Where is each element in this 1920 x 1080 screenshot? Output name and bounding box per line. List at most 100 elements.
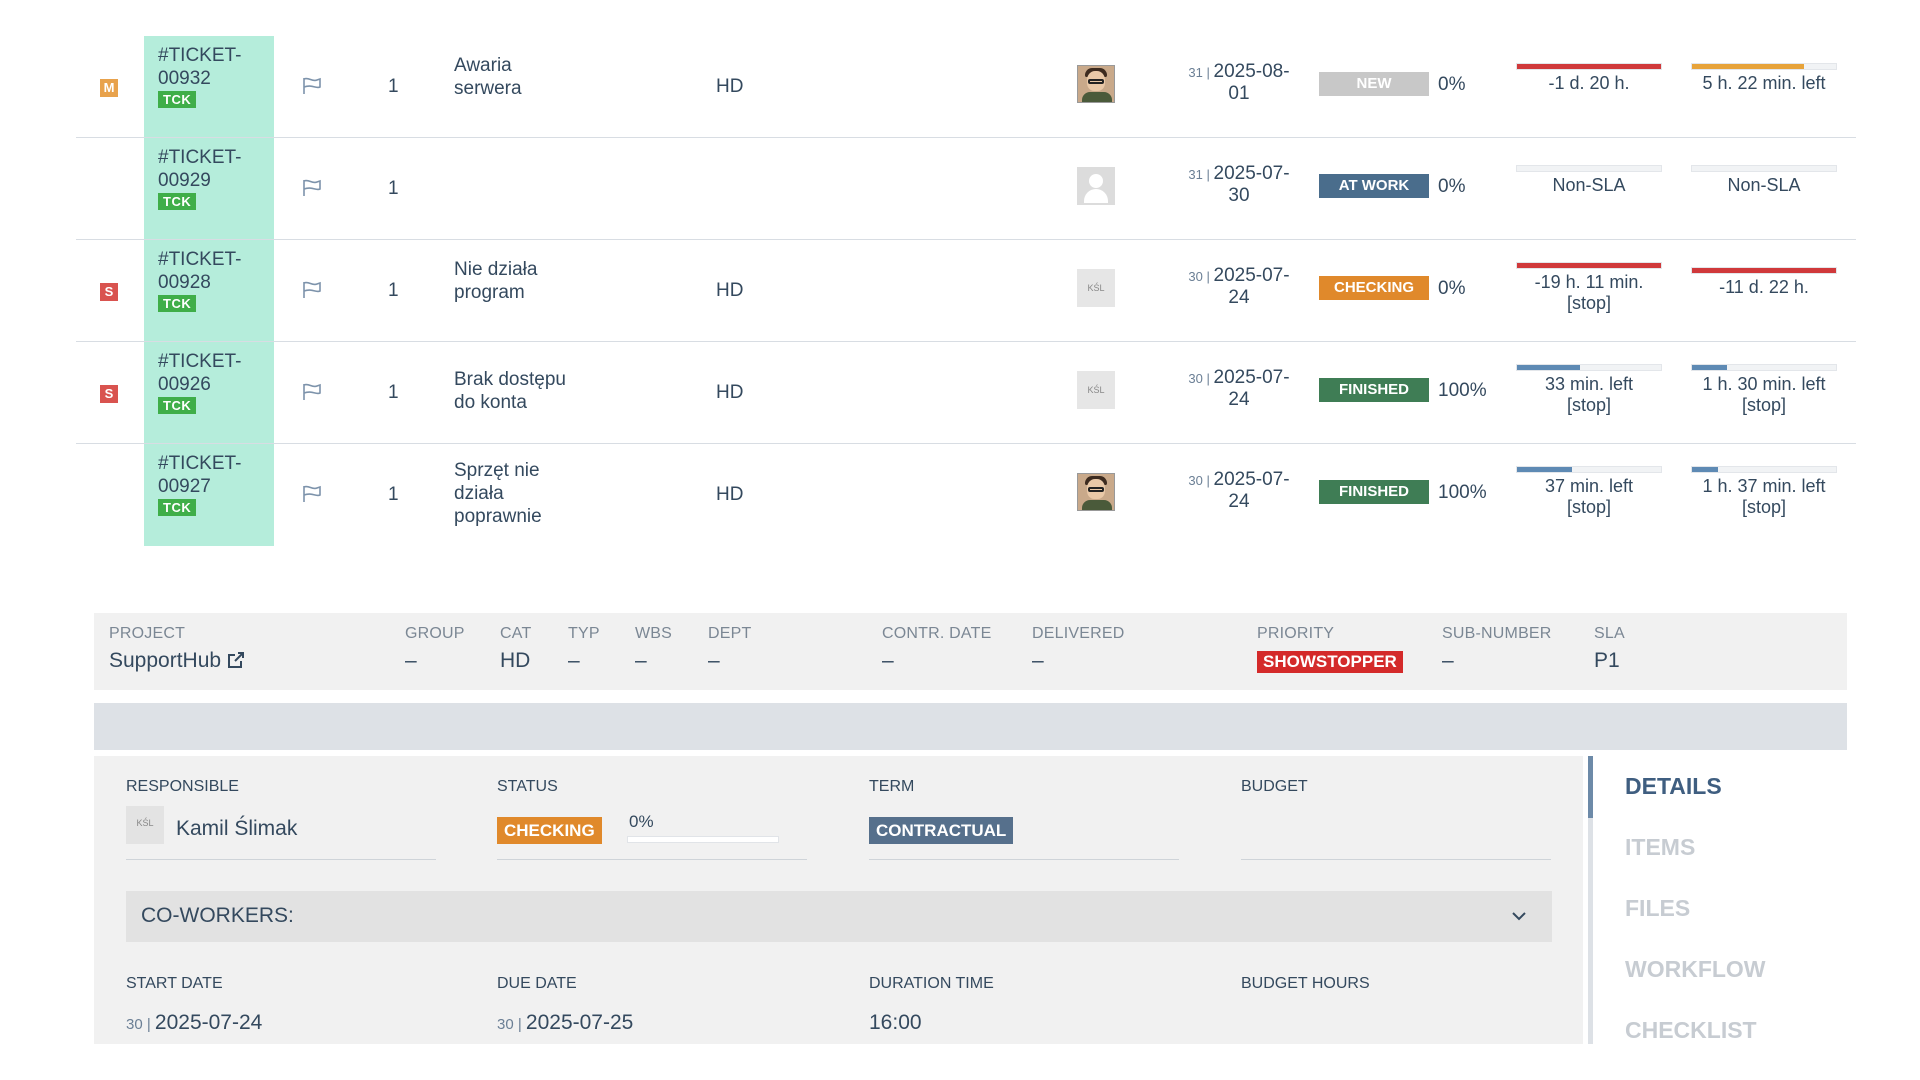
sla-reaction-sub[interactable]: [stop]	[1516, 497, 1662, 518]
due-date-value[interactable]: 30 | 2025-07-25	[497, 1011, 633, 1035]
external-link-icon[interactable]	[227, 651, 245, 669]
coworkers-section[interactable]: CO-WORKERS:	[126, 891, 1552, 942]
ticket-id-line1[interactable]: #TICKET-	[158, 350, 274, 373]
status-badge[interactable]: CHECKING	[497, 817, 602, 844]
flag-icon[interactable]	[301, 76, 325, 96]
ticket-id-line2[interactable]: 00932	[158, 67, 274, 90]
ticket-id-cell[interactable]: #TICKET- 00928 TCK	[144, 240, 274, 341]
avatar[interactable]: KŚL	[1077, 269, 1115, 307]
sla-reaction-bar	[1516, 165, 1662, 172]
ticket-id-line2[interactable]: 00927	[158, 475, 274, 498]
cat-value: HD	[500, 649, 531, 672]
table-row[interactable]: #TICKET- 00929 TCK 1 31 | 2025-07- 30 AT…	[76, 138, 1856, 240]
sla-resolution-text: Non-SLA	[1727, 175, 1801, 195]
tab-workflow[interactable]: WORKFLOW	[1625, 956, 1766, 983]
status-badge: NEW	[1319, 72, 1429, 96]
ticket-title-line1: Sprzęt nie	[454, 460, 540, 481]
ticket-title-line2: do konta	[454, 392, 527, 413]
sla-reaction-text: Non-SLA	[1552, 175, 1626, 195]
day-number: 30	[1188, 371, 1203, 386]
tab-items[interactable]: ITEMS	[1625, 834, 1695, 861]
typ-label: TYP	[568, 625, 600, 642]
cat-label: CAT	[500, 625, 532, 642]
wbs-value: –	[635, 649, 647, 672]
priority-badge: S	[100, 385, 118, 403]
ticket-id-line2[interactable]: 00926	[158, 373, 274, 396]
avatar[interactable]: KŚL	[1077, 371, 1115, 409]
field-underline	[497, 859, 807, 860]
priority-badge: M	[100, 79, 118, 97]
ticket-id-line1[interactable]: #TICKET-	[158, 146, 274, 169]
ticket-id-line2[interactable]: 00929	[158, 169, 274, 192]
chevron-down-icon[interactable]	[1510, 907, 1528, 925]
sla-resolution-sub[interactable]: [stop]	[1691, 395, 1837, 416]
sla-reaction-bar	[1516, 63, 1662, 70]
table-row[interactable]: S #TICKET- 00926 TCK 1 Brak dostępu do k…	[76, 342, 1856, 444]
tab-files[interactable]: FILES	[1625, 895, 1690, 922]
sub-number-field: SUB-NUMBER –	[1442, 625, 1552, 673]
sla-resolution: Non-SLA	[1691, 165, 1837, 196]
date-line2: 24	[1228, 389, 1250, 410]
sla-reaction-sub[interactable]: [stop]	[1516, 395, 1662, 416]
sla-resolution: 1 h. 30 min. left [stop]	[1691, 364, 1837, 416]
day-number: 31	[1188, 167, 1203, 182]
ticket-detail-panel: RESPONSIBLE KŚL Kamil Ślimak STATUS CHEC…	[94, 756, 1583, 1044]
date-line1: 2025-07-	[1213, 163, 1290, 184]
tab-checklist[interactable]: CHECKLIST	[1625, 1017, 1757, 1044]
budget-label: BUDGET	[1241, 778, 1308, 795]
ticket-id-line1[interactable]: #TICKET-	[158, 452, 274, 475]
table-row[interactable]: M #TICKET- 00932 TCK 1 Awaria serwera HD…	[76, 36, 1856, 138]
duration-value[interactable]: 16:00	[869, 1011, 922, 1035]
ticket-id-line2[interactable]: 00928	[158, 271, 274, 294]
avatar[interactable]: KŚL	[126, 806, 164, 844]
start-date-value[interactable]: 30 | 2025-07-24	[126, 1011, 262, 1035]
ticket-id-cell[interactable]: #TICKET- 00927 TCK	[144, 444, 274, 546]
avatar[interactable]	[1077, 473, 1115, 511]
start-date-label: START DATE	[126, 975, 223, 992]
typ-value: –	[568, 649, 580, 672]
status-badge: CHECKING	[1319, 276, 1429, 300]
tab-details[interactable]: DETAILS	[1625, 773, 1722, 800]
ticket-id-line1[interactable]: #TICKET-	[158, 248, 274, 271]
term-badge[interactable]: CONTRACTUAL	[869, 817, 1014, 844]
ticket-title-line2: działa	[454, 483, 504, 504]
ticket-title[interactable]: Brak dostępu do konta	[454, 368, 594, 414]
category: HD	[716, 484, 744, 505]
sla-reaction: 37 min. left [stop]	[1516, 466, 1662, 518]
wbs-field: WBS –	[635, 625, 672, 673]
table-row[interactable]: #TICKET- 00927 TCK 1 Sprzęt nie działa p…	[76, 444, 1856, 546]
ticket-title-line1: Nie działa	[454, 259, 538, 280]
day-number: 30	[1188, 473, 1203, 488]
status-label: STATUS	[497, 778, 558, 795]
table-row[interactable]: S #TICKET- 00928 TCK 1 Nie działa progra…	[76, 240, 1856, 342]
avatar[interactable]	[1077, 65, 1115, 103]
flag-icon[interactable]	[301, 178, 325, 198]
sla-reaction-sub[interactable]: [stop]	[1516, 293, 1662, 314]
group-label: GROUP	[405, 625, 465, 642]
ticket-id-cell[interactable]: #TICKET- 00926 TCK	[144, 342, 274, 443]
ticket-title[interactable]: Awaria serwera	[454, 54, 594, 100]
sla-resolution-fill	[1692, 467, 1718, 472]
quantity: 1	[388, 280, 399, 301]
responsible-name[interactable]: Kamil Ślimak	[176, 817, 297, 841]
priority-badge: SHOWSTOPPER	[1257, 651, 1403, 673]
budget-hours-label: BUDGET HOURS	[1241, 975, 1370, 992]
sla-reaction-fill	[1517, 467, 1572, 472]
sla-resolution: 1 h. 37 min. left [stop]	[1691, 466, 1837, 518]
ticket-title[interactable]: Sprzęt nie działa poprawnie	[454, 459, 594, 528]
date-line2: 01	[1228, 83, 1250, 104]
ticket-id-cell[interactable]: #TICKET- 00929 TCK	[144, 138, 274, 239]
group-field: GROUP –	[405, 625, 465, 673]
ticket-id-line1[interactable]: #TICKET-	[158, 44, 274, 67]
field-underline	[869, 859, 1179, 860]
date-line1: 2025-07-	[1213, 265, 1290, 286]
dept-field: DEPT –	[708, 625, 751, 673]
sla-resolution-sub[interactable]: [stop]	[1691, 497, 1837, 518]
flag-icon[interactable]	[301, 382, 325, 402]
ticket-title[interactable]: Nie działa program	[454, 258, 594, 304]
flag-icon[interactable]	[301, 484, 325, 504]
flag-icon[interactable]	[301, 280, 325, 300]
project-link[interactable]: SupportHub	[109, 649, 221, 672]
avatar[interactable]	[1077, 167, 1115, 205]
ticket-id-cell[interactable]: #TICKET- 00932 TCK	[144, 36, 274, 137]
